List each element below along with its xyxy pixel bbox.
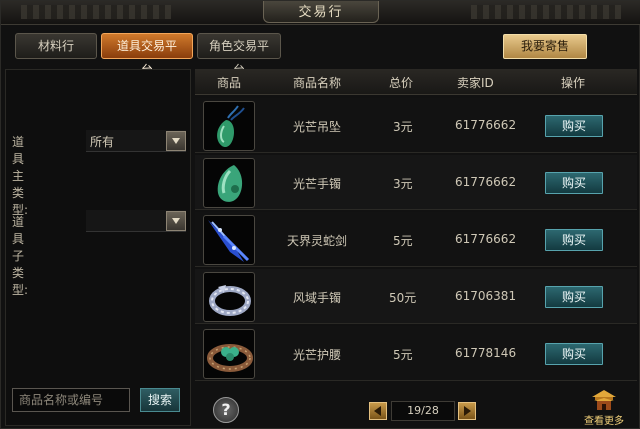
seller-id: 61776662 bbox=[455, 232, 517, 246]
item-table: 商品 商品名称 总价 卖家ID 操作 光芒吊坠 3元 61776662 购买 光… bbox=[195, 69, 637, 381]
item-name: 光芒吊坠 bbox=[293, 120, 342, 134]
table-header: 商品 商品名称 总价 卖家ID 操作 bbox=[195, 69, 637, 95]
seller-id: 61706381 bbox=[455, 289, 517, 303]
buy-button[interactable]: 购买 bbox=[545, 286, 603, 308]
header-seller: 卖家ID bbox=[457, 76, 494, 90]
next-page-button[interactable] bbox=[458, 402, 476, 420]
sell-consign-button[interactable]: 我要寄售 bbox=[503, 34, 587, 59]
item-price: 50元 bbox=[389, 291, 417, 305]
seller-id: 61778146 bbox=[455, 346, 517, 360]
prev-page-button[interactable] bbox=[369, 402, 387, 420]
table-row: 光芒吊坠 3元 61776662 购买 bbox=[195, 98, 637, 153]
view-more-button[interactable]: 查看更多 bbox=[582, 389, 626, 427]
chevron-down-icon[interactable] bbox=[166, 131, 186, 151]
window-title: 交易行 bbox=[298, 5, 344, 20]
item-name: 风域手镯 bbox=[293, 291, 342, 305]
jade-belt-icon[interactable] bbox=[203, 329, 255, 379]
item-price: 5元 bbox=[393, 234, 413, 248]
header-item: 商品 bbox=[217, 76, 242, 90]
trading-window: 交易行 材料行 道具交易平台 角色交易平台 我要寄售 道具主类型: 所有 道具子… bbox=[0, 0, 640, 429]
table-row: 光芒手镯 3元 61776662 购买 bbox=[195, 155, 637, 210]
tab-bar: 材料行 道具交易平台 角色交易平台 bbox=[15, 33, 281, 77]
pagoda-icon bbox=[592, 390, 616, 410]
header-name: 商品名称 bbox=[293, 76, 342, 90]
page-indicator: 19/28 bbox=[391, 401, 455, 421]
jade-pendant-icon[interactable] bbox=[203, 101, 255, 151]
item-name: 光芒手镯 bbox=[293, 177, 342, 191]
title-plate: 交易行 bbox=[263, 1, 379, 23]
buy-button[interactable]: 购买 bbox=[545, 172, 603, 194]
tab-materials[interactable]: 材料行 bbox=[15, 33, 97, 59]
buy-button[interactable]: 购买 bbox=[545, 115, 603, 137]
main-type-select[interactable]: 所有 bbox=[86, 130, 186, 152]
buy-button[interactable]: 购买 bbox=[545, 343, 603, 365]
search-input[interactable] bbox=[12, 388, 130, 412]
seller-id: 61776662 bbox=[455, 175, 517, 189]
table-row: 天界灵蛇剑 5元 61776662 购买 bbox=[195, 212, 637, 267]
sub-type-label: 道具子类型: bbox=[12, 215, 29, 297]
item-price: 3元 bbox=[393, 177, 413, 191]
title-ornament-left bbox=[21, 5, 171, 19]
blue-serpent-sword-icon[interactable] bbox=[203, 215, 255, 265]
item-price: 5元 bbox=[393, 348, 413, 362]
tab-character-trading[interactable]: 角色交易平台 bbox=[197, 33, 281, 77]
buy-button[interactable]: 购买 bbox=[545, 229, 603, 251]
help-icon[interactable]: ? bbox=[213, 397, 239, 423]
header-price: 总价 bbox=[389, 76, 414, 90]
tab-item-trading[interactable]: 道具交易平台 bbox=[101, 33, 193, 77]
header-action: 操作 bbox=[561, 76, 586, 90]
item-price: 3元 bbox=[393, 120, 413, 134]
table-row: 风域手镯 50元 61706381 购买 bbox=[195, 269, 637, 324]
jade-bracelet-icon[interactable] bbox=[203, 158, 255, 208]
seller-id: 61776662 bbox=[455, 118, 517, 132]
search-button[interactable]: 搜索 bbox=[140, 388, 180, 412]
chevron-down-icon[interactable] bbox=[166, 211, 186, 231]
item-name: 光芒护腰 bbox=[293, 348, 342, 362]
main-type-value: 所有 bbox=[90, 135, 115, 149]
silver-bracelet-icon[interactable] bbox=[203, 272, 255, 322]
filter-panel: 道具主类型: 所有 道具子类型: 搜索 bbox=[5, 69, 191, 426]
sub-type-select[interactable] bbox=[86, 210, 186, 232]
title-ornament-right bbox=[471, 5, 621, 19]
main-type-label: 道具主类型: bbox=[12, 135, 29, 217]
view-more-label: 查看更多 bbox=[584, 416, 624, 427]
item-name: 天界灵蛇剑 bbox=[287, 234, 348, 248]
title-bar: 交易行 bbox=[1, 1, 640, 25]
table-row: 光芒护腰 5元 61778146 购买 bbox=[195, 326, 637, 381]
